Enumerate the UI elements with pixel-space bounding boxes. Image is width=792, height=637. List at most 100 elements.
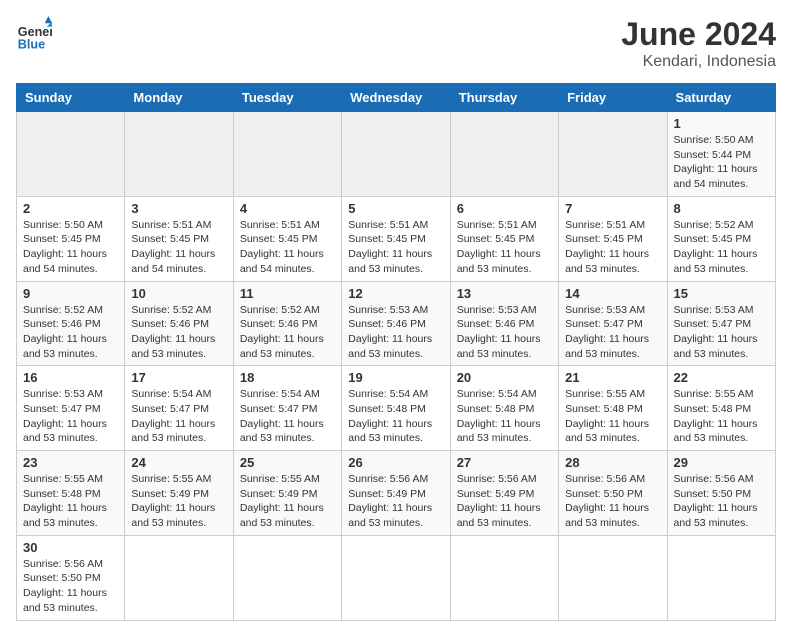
- day-number: 7: [565, 201, 660, 216]
- day-info: Sunrise: 5:53 AM Sunset: 5:47 PM Dayligh…: [23, 387, 118, 446]
- day-info: Sunrise: 5:54 AM Sunset: 5:47 PM Dayligh…: [240, 387, 335, 446]
- calendar-cell: 6 Sunrise: 5:51 AM Sunset: 5:45 PM Daylig…: [450, 196, 558, 281]
- calendar-cell: 18 Sunrise: 5:54 AM Sunset: 5:47 PM Dayli…: [233, 366, 341, 451]
- calendar-cell: [450, 112, 558, 197]
- week-row-5: 23 Sunrise: 5:55 AM Sunset: 5:48 PM Dayli…: [17, 451, 776, 536]
- calendar-cell: 4Sunrise: 5:51 AM Sunset: 5:45 PM Daylig…: [233, 196, 341, 281]
- logo: General Blue: [16, 16, 52, 52]
- day-info: Sunrise: 5:56 AM Sunset: 5:50 PM Dayligh…: [674, 472, 769, 531]
- page-subtitle: Kendari, Indonesia: [621, 53, 776, 71]
- day-number: 12: [348, 286, 443, 301]
- logo-icon: General Blue: [16, 16, 52, 52]
- day-number: 11: [240, 286, 335, 301]
- calendar-cell: 2Sunrise: 5:50 AM Sunset: 5:45 PM Daylig…: [17, 196, 125, 281]
- day-number: 16: [23, 370, 118, 385]
- header-wednesday: Wednesday: [342, 84, 450, 112]
- day-number: 13: [457, 286, 552, 301]
- calendar-cell: [559, 535, 667, 620]
- day-info: Sunrise: 5:53 AM Sunset: 5:47 PM Dayligh…: [565, 303, 660, 362]
- calendar-cell: [233, 112, 341, 197]
- day-info: Sunrise: 5:50 AM Sunset: 5:44 PM Dayligh…: [674, 133, 769, 192]
- header-friday: Friday: [559, 84, 667, 112]
- day-info: Sunrise: 5:52 AM Sunset: 5:45 PM Dayligh…: [674, 218, 769, 277]
- calendar-cell: 24Sunrise: 5:55 AM Sunset: 5:49 PM Dayli…: [125, 451, 233, 536]
- day-info: Sunrise: 5:51 AM Sunset: 5:45 PM Dayligh…: [131, 218, 226, 277]
- calendar-cell: 11 Sunrise: 5:52 AM Sunset: 5:46 PM Dayli…: [233, 281, 341, 366]
- calendar-cell: 22 Sunrise: 5:55 AM Sunset: 5:48 PM Dayli…: [667, 366, 775, 451]
- calendar-cell: [17, 112, 125, 197]
- day-number: 1: [674, 116, 769, 131]
- day-number: 26: [348, 455, 443, 470]
- calendar-cell: [125, 112, 233, 197]
- day-number: 6: [457, 201, 552, 216]
- day-number: 3: [131, 201, 226, 216]
- day-number: 22: [674, 370, 769, 385]
- day-number: 14: [565, 286, 660, 301]
- day-number: 15: [674, 286, 769, 301]
- calendar-cell: 15 Sunrise: 5:53 AM Sunset: 5:47 PM Dayli…: [667, 281, 775, 366]
- calendar-cell: 13Sunrise: 5:53 AM Sunset: 5:46 PM Dayli…: [450, 281, 558, 366]
- title-block: June 2024 Kendari, Indonesia: [621, 16, 776, 71]
- calendar-cell: 27Sunrise: 5:56 AM Sunset: 5:49 PM Dayli…: [450, 451, 558, 536]
- day-info: Sunrise: 5:50 AM Sunset: 5:45 PM Dayligh…: [23, 218, 118, 277]
- calendar-cell: 17Sunrise: 5:54 AM Sunset: 5:47 PM Dayli…: [125, 366, 233, 451]
- week-row-1: 1 Sunrise: 5:50 AM Sunset: 5:44 PM Daylig…: [17, 112, 776, 197]
- calendar-cell: [342, 112, 450, 197]
- calendar-cell: 20Sunrise: 5:54 AM Sunset: 5:48 PM Dayli…: [450, 366, 558, 451]
- week-row-6: 30 Sunrise: 5:56 AM Sunset: 5:50 PM Dayli…: [17, 535, 776, 620]
- day-number: 20: [457, 370, 552, 385]
- day-info: Sunrise: 5:52 AM Sunset: 5:46 PM Dayligh…: [131, 303, 226, 362]
- calendar-cell: 16 Sunrise: 5:53 AM Sunset: 5:47 PM Dayli…: [17, 366, 125, 451]
- svg-text:Blue: Blue: [18, 37, 45, 51]
- day-number: 5: [348, 201, 443, 216]
- day-info: Sunrise: 5:51 AM Sunset: 5:45 PM Dayligh…: [348, 218, 443, 277]
- calendar-cell: [559, 112, 667, 197]
- calendar-cell: 3 Sunrise: 5:51 AM Sunset: 5:45 PM Daylig…: [125, 196, 233, 281]
- day-number: 27: [457, 455, 552, 470]
- header-tuesday: Tuesday: [233, 84, 341, 112]
- calendar-cell: 9Sunrise: 5:52 AM Sunset: 5:46 PM Daylig…: [17, 281, 125, 366]
- day-number: 8: [674, 201, 769, 216]
- day-number: 17: [131, 370, 226, 385]
- calendar-cell: [125, 535, 233, 620]
- week-row-3: 9Sunrise: 5:52 AM Sunset: 5:46 PM Daylig…: [17, 281, 776, 366]
- day-number: 25: [240, 455, 335, 470]
- day-info: Sunrise: 5:55 AM Sunset: 5:49 PM Dayligh…: [131, 472, 226, 531]
- day-info: Sunrise: 5:51 AM Sunset: 5:45 PM Dayligh…: [565, 218, 660, 277]
- page-title: June 2024: [621, 16, 776, 53]
- calendar-header-row: SundayMondayTuesdayWednesdayThursdayFrid…: [17, 84, 776, 112]
- header-thursday: Thursday: [450, 84, 558, 112]
- calendar-cell: [233, 535, 341, 620]
- day-info: Sunrise: 5:52 AM Sunset: 5:46 PM Dayligh…: [240, 303, 335, 362]
- calendar-cell: [667, 535, 775, 620]
- page-header: General Blue June 2024 Kendari, Indonesi…: [16, 16, 776, 71]
- day-number: 30: [23, 540, 118, 555]
- day-info: Sunrise: 5:56 AM Sunset: 5:49 PM Dayligh…: [348, 472, 443, 531]
- day-number: 23: [23, 455, 118, 470]
- calendar-table: SundayMondayTuesdayWednesdayThursdayFrid…: [16, 83, 776, 621]
- calendar-cell: 5 Sunrise: 5:51 AM Sunset: 5:45 PM Daylig…: [342, 196, 450, 281]
- calendar-cell: 28 Sunrise: 5:56 AM Sunset: 5:50 PM Dayli…: [559, 451, 667, 536]
- calendar-cell: 7 Sunrise: 5:51 AM Sunset: 5:45 PM Daylig…: [559, 196, 667, 281]
- calendar-cell: 21Sunrise: 5:55 AM Sunset: 5:48 PM Dayli…: [559, 366, 667, 451]
- day-number: 28: [565, 455, 660, 470]
- day-info: Sunrise: 5:56 AM Sunset: 5:50 PM Dayligh…: [23, 557, 118, 616]
- day-info: Sunrise: 5:55 AM Sunset: 5:48 PM Dayligh…: [23, 472, 118, 531]
- calendar-cell: 12Sunrise: 5:53 AM Sunset: 5:46 PM Dayli…: [342, 281, 450, 366]
- day-number: 21: [565, 370, 660, 385]
- day-info: Sunrise: 5:55 AM Sunset: 5:48 PM Dayligh…: [674, 387, 769, 446]
- day-info: Sunrise: 5:52 AM Sunset: 5:46 PM Dayligh…: [23, 303, 118, 362]
- day-number: 4: [240, 201, 335, 216]
- calendar-cell: 10Sunrise: 5:52 AM Sunset: 5:46 PM Dayli…: [125, 281, 233, 366]
- day-info: Sunrise: 5:56 AM Sunset: 5:50 PM Dayligh…: [565, 472, 660, 531]
- day-info: Sunrise: 5:55 AM Sunset: 5:49 PM Dayligh…: [240, 472, 335, 531]
- calendar-cell: [342, 535, 450, 620]
- day-number: 18: [240, 370, 335, 385]
- day-number: 29: [674, 455, 769, 470]
- calendar-cell: 30 Sunrise: 5:56 AM Sunset: 5:50 PM Dayli…: [17, 535, 125, 620]
- week-row-2: 2Sunrise: 5:50 AM Sunset: 5:45 PM Daylig…: [17, 196, 776, 281]
- day-info: Sunrise: 5:53 AM Sunset: 5:47 PM Dayligh…: [674, 303, 769, 362]
- header-saturday: Saturday: [667, 84, 775, 112]
- day-info: Sunrise: 5:51 AM Sunset: 5:45 PM Dayligh…: [457, 218, 552, 277]
- calendar-cell: 29 Sunrise: 5:56 AM Sunset: 5:50 PM Dayli…: [667, 451, 775, 536]
